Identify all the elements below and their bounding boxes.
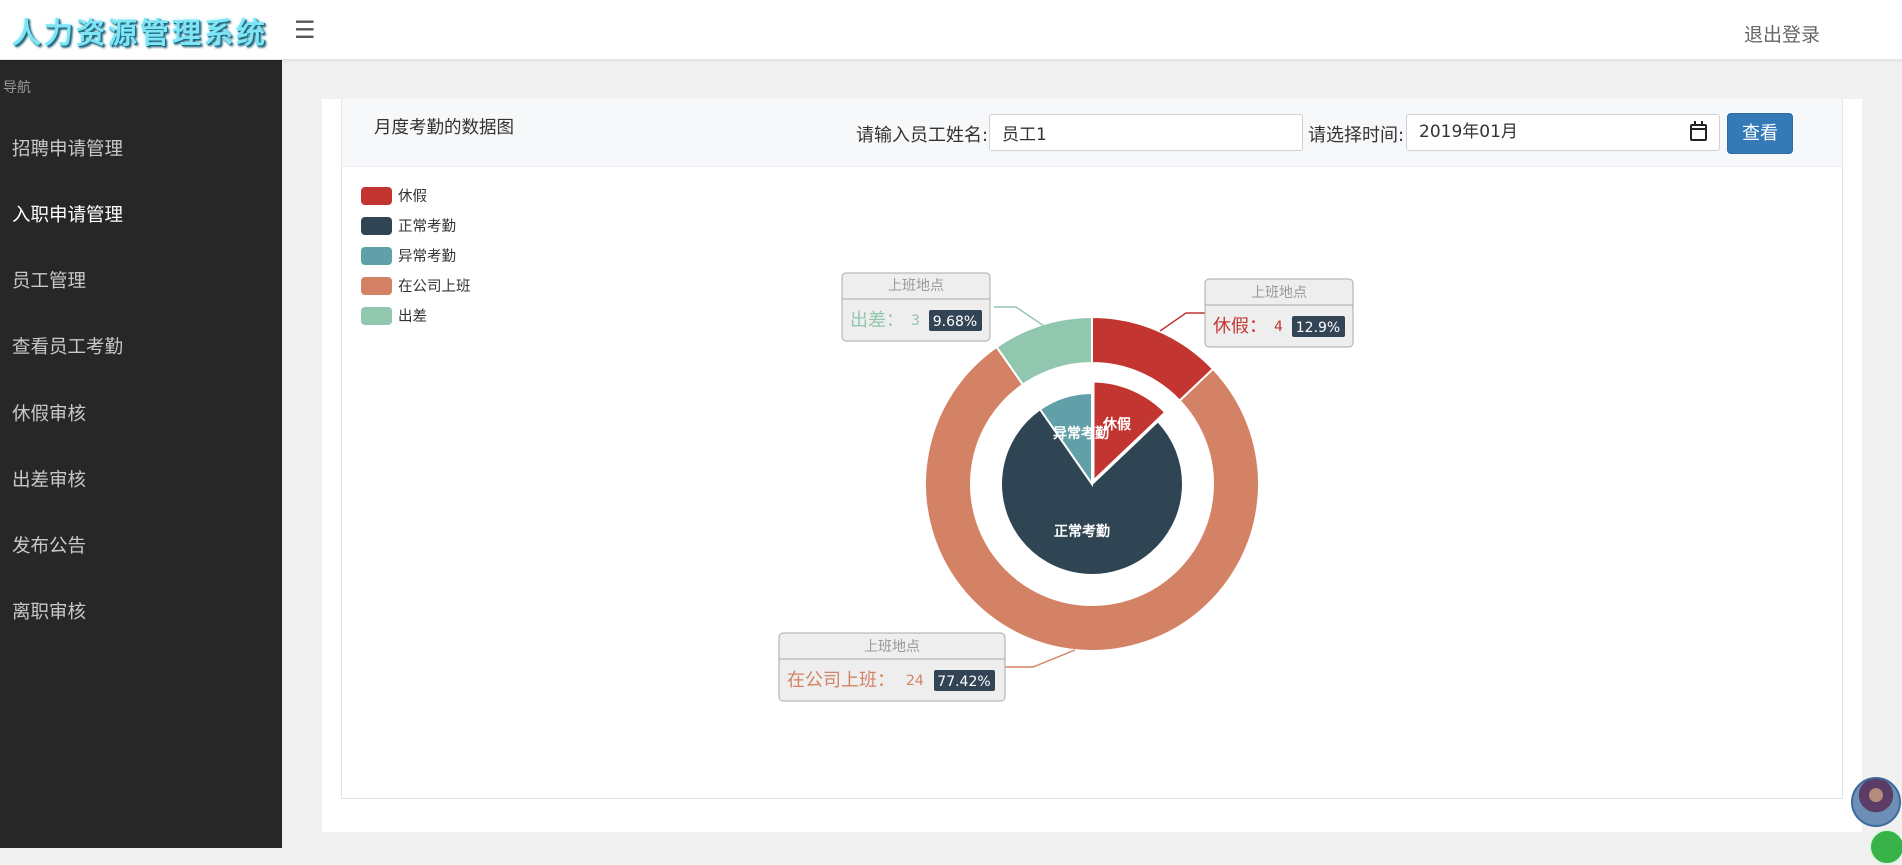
month-picker[interactable]: 2019年01月 [1406, 114, 1720, 151]
employee-name-input[interactable] [989, 114, 1303, 151]
legend-item-abnormal[interactable]: 异常考勤 [361, 245, 456, 265]
legend-swatch-normal [361, 216, 392, 235]
page-title: 月度考勤的数据图 [374, 118, 514, 138]
hamburger-icon[interactable]: ☰ [294, 16, 316, 44]
legend-swatch-trip [361, 306, 392, 325]
logout-link[interactable]: 退出登录 [1744, 20, 1820, 47]
month-value: 2019年01月 [1419, 122, 1518, 142]
sidebar-item-leave-review[interactable]: 休假审核 [12, 400, 86, 426]
legend-label: 在公司上班 [398, 279, 471, 295]
employee-name-label: 请输入员工姓名: [856, 125, 989, 146]
legend-swatch-office [361, 276, 392, 295]
legend-label: 休假 [398, 189, 427, 205]
sidebar-item-announcement[interactable]: 发布公告 [12, 532, 86, 558]
attendance-panel: 月度考勤的数据图 请输入员工姓名: 请选择时间: 2019年01月 查看 [322, 99, 1862, 832]
sidebar-item-trip-review[interactable]: 出差审核 [12, 466, 86, 492]
sidebar-item-onboarding[interactable]: 入职申请管理 [12, 201, 123, 227]
legend-item-trip[interactable]: 出差 [361, 305, 427, 325]
view-button[interactable]: 查看 [1727, 113, 1793, 154]
legend-item-normal[interactable]: 正常考勤 [361, 215, 456, 235]
sidebar-item-recruitment[interactable]: 招聘申请管理 [12, 135, 123, 161]
sidebar-item-attendance[interactable]: 查看员工考勤 [12, 333, 123, 359]
legend-swatch-abnormal [361, 246, 392, 265]
legend-swatch-leave [361, 186, 392, 205]
chart-frame [341, 99, 1843, 799]
top-header: 人力资源管理系统 ☰ 退出登录 [0, 0, 1902, 60]
sidebar: 导航 招聘申请管理 入职申请管理 员工管理 查看员工考勤 休假审核 出差审核 发… [0, 60, 282, 848]
date-label: 请选择时间: [1308, 125, 1405, 146]
nav-title: 导航 [3, 80, 31, 96]
user-avatar[interactable] [1851, 777, 1901, 827]
legend-label: 异常考勤 [398, 249, 456, 265]
app-logo: 人力资源管理系统 [12, 16, 269, 50]
legend-label: 出差 [398, 309, 427, 325]
legend-item-office[interactable]: 在公司上班 [361, 275, 471, 295]
notification-badge[interactable] [1869, 829, 1902, 865]
legend-label: 正常考勤 [398, 219, 456, 235]
calendar-icon[interactable] [1690, 121, 1707, 141]
sidebar-item-employees[interactable]: 员工管理 [12, 267, 86, 293]
legend-item-leave[interactable]: 休假 [361, 185, 427, 205]
sidebar-item-resignation[interactable]: 离职审核 [12, 598, 86, 624]
